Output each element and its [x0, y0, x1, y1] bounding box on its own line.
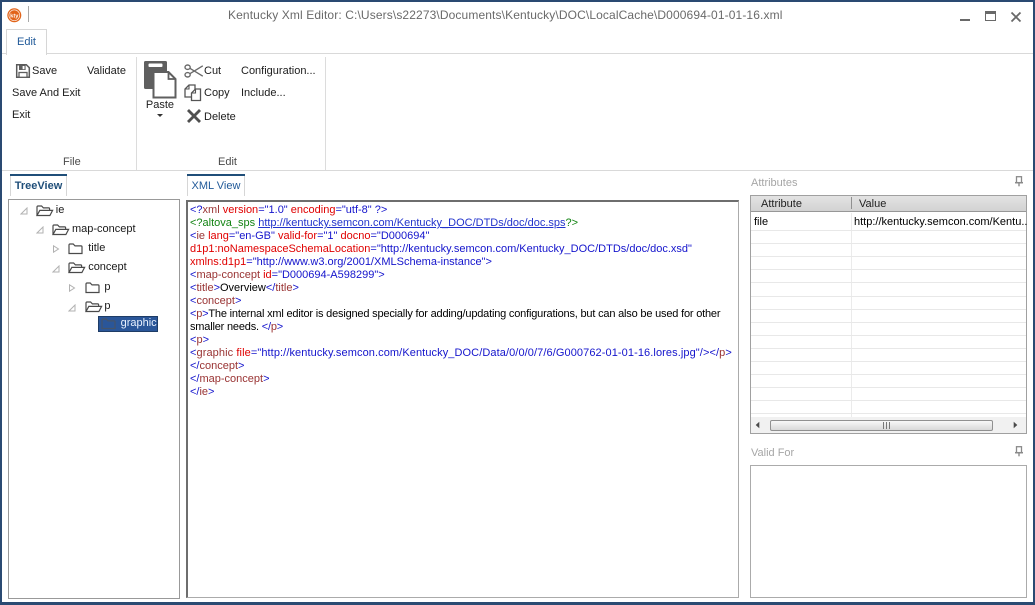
svg-text:kty: kty: [10, 13, 19, 19]
